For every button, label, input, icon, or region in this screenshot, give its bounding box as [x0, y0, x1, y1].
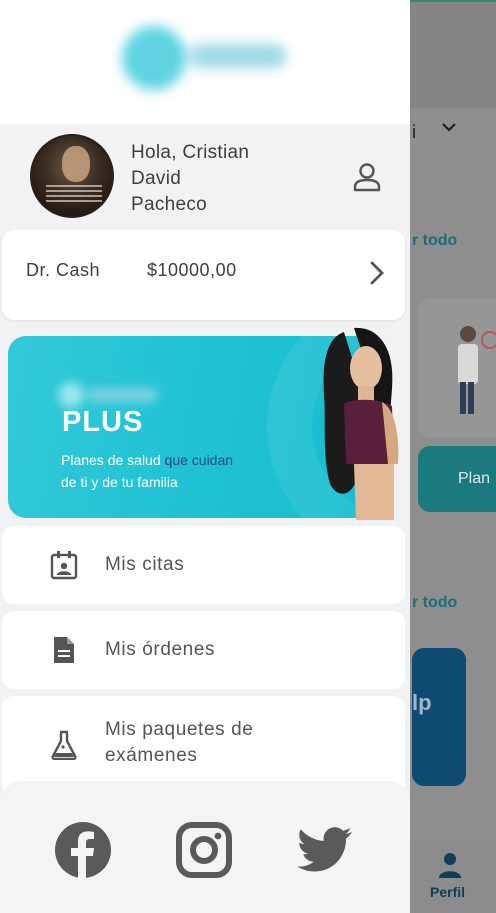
background-logo-card: lp: [412, 648, 466, 786]
background-logo-text: lp: [412, 690, 432, 715]
plus-description-line: Planes de salud que cuidan: [61, 452, 234, 468]
menu-item-mis-citas[interactable]: Mis citas: [2, 526, 405, 604]
plus-banner[interactable]: PLUS Planes de salud que cuidan de ti y …: [8, 327, 399, 520]
background-plan-button: Plan: [418, 446, 496, 512]
instagram-icon[interactable]: [175, 821, 233, 879]
woman-illustration-icon: [323, 327, 399, 520]
user-greeting-line: Pacheco: [131, 194, 208, 215]
document-icon: [54, 637, 74, 663]
background-select-text: i: [412, 122, 416, 142]
background-see-all-link: r todo: [412, 594, 458, 611]
navigation-drawer: Hola, Cristian David Pacheco Dr. Cash $1…: [0, 0, 410, 913]
twitter-icon[interactable]: [296, 821, 354, 879]
profile-tab-label: Perfil: [430, 884, 466, 900]
plus-highlight-text: que cuidan: [164, 452, 234, 468]
chevron-down-icon: [440, 118, 458, 142]
dr-cash-card[interactable]: Dr. Cash $10000,00: [2, 230, 405, 320]
menu-item-mis-ordenes[interactable]: Mis órdenes: [2, 611, 405, 689]
user-profile-row[interactable]: Hola, Cristian David Pacheco: [0, 124, 410, 228]
chevron-right-icon: [370, 261, 384, 285]
drawer-header: [0, 0, 410, 124]
flask-icon: [51, 730, 77, 760]
dr-cash-label: Dr. Cash: [26, 260, 101, 280]
calendar-icon: [50, 551, 78, 580]
dr-cash-amount: $10000,00: [147, 260, 237, 280]
plus-brand-logo: [58, 382, 164, 408]
background-see-all-link: r todo: [412, 232, 458, 249]
social-links-bar: [0, 781, 410, 913]
plus-description-line: de ti y de tu familia: [61, 474, 178, 490]
menu-item-label: Mis citas: [105, 554, 185, 575]
plus-title: PLUS: [62, 406, 144, 438]
menu-item-label: Mis paquetes de exámenes: [105, 719, 254, 766]
facebook-icon[interactable]: [54, 821, 112, 879]
user-greeting-line: David: [131, 168, 182, 189]
user-greeting: Hola, Cristian David Pacheco: [131, 140, 311, 218]
user-icon[interactable]: [350, 160, 384, 194]
doctor-illustration-icon: [458, 326, 496, 414]
profile-tab-icon: [439, 853, 461, 878]
user-greeting-line: Hola, Cristian: [131, 142, 250, 163]
brand-logo: [118, 22, 290, 90]
menu-item-label: Mis órdenes: [105, 639, 216, 660]
avatar: [30, 134, 114, 218]
